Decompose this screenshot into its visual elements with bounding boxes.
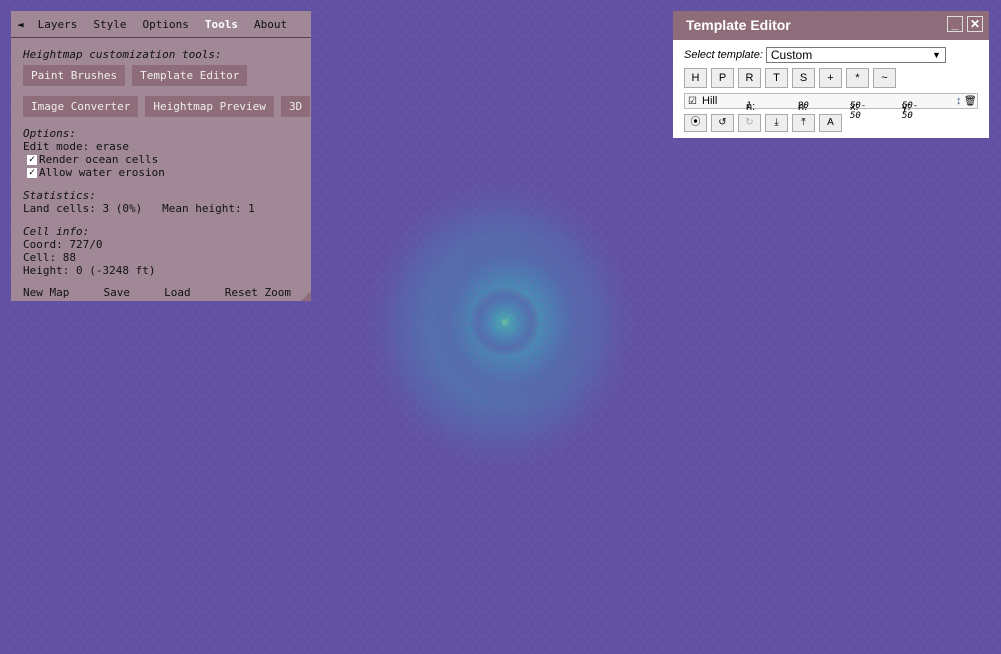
add-multiply-button[interactable]: * xyxy=(846,68,869,88)
config-icon[interactable]: A xyxy=(819,114,842,132)
cell-height: Height: 0 (-3248 ft) xyxy=(23,264,156,277)
dialog-title-bar[interactable]: Template Editor _ ✕ xyxy=(673,11,989,40)
load-button[interactable]: Load xyxy=(164,286,191,299)
run-icon[interactable]: ⦿ xyxy=(684,114,707,132)
template-editor-button[interactable]: Template Editor xyxy=(132,65,248,86)
tab-tools[interactable]: Tools xyxy=(197,18,246,31)
download-icon[interactable]: ⤓ xyxy=(765,114,788,132)
add-strait-button[interactable]: S xyxy=(792,68,815,88)
action-buttons: ⦿ ↺ ↻ ⤓ ⤒ A xyxy=(684,114,978,132)
heightmap-preview-button[interactable]: Heightmap Preview xyxy=(145,96,274,117)
close-button[interactable]: ✕ xyxy=(967,16,983,32)
trash-icon[interactable]: 🗑 xyxy=(964,96,977,107)
panel-footer: New Map Save Load Reset Zoom xyxy=(23,286,291,299)
tab-style[interactable]: Style xyxy=(85,18,134,31)
resize-handle[interactable] xyxy=(301,291,311,301)
tools-heading: Heightmap customization tools: xyxy=(23,48,222,61)
mean-height: Mean height: 1 xyxy=(162,202,255,215)
add-pit-button[interactable]: P xyxy=(711,68,734,88)
undo-icon[interactable]: ↺ xyxy=(711,114,734,132)
add-hill-button[interactable]: H xyxy=(684,68,707,88)
3d-button[interactable]: 3D xyxy=(280,96,311,117)
cell-id: Cell: 88 xyxy=(23,251,76,264)
add-smooth-button[interactable]: ~ xyxy=(873,68,896,88)
checkbox-checked-icon[interactable]: ✓ xyxy=(27,167,37,178)
reset-zoom-button[interactable]: Reset Zoom xyxy=(225,286,291,299)
checkbox-checked-icon[interactable]: ✓ xyxy=(27,154,37,165)
render-ocean-checkbox[interactable]: ✓ Render ocean cells xyxy=(27,153,299,166)
collapse-icon[interactable]: ◄ xyxy=(11,18,30,31)
step-checkbox[interactable]: ☑ xyxy=(688,96,697,107)
dropdown-arrow-icon: ▼ xyxy=(931,50,941,60)
dialog-title: Template Editor xyxy=(686,17,791,33)
tab-layers[interactable]: Layers xyxy=(30,18,86,31)
paint-brushes-button[interactable]: Paint Brushes xyxy=(23,65,126,86)
water-erosion-checkbox[interactable]: ✓ Allow water erosion xyxy=(27,166,299,179)
edit-mode: Edit mode: erase xyxy=(23,140,129,153)
tab-options[interactable]: Options xyxy=(135,18,197,31)
cell-coord: Coord: 727/0 xyxy=(23,238,103,251)
step-name: Hill xyxy=(702,95,718,107)
template-select-value: Custom xyxy=(770,48,813,62)
cell-info-heading: Cell info: xyxy=(23,225,90,238)
tab-about[interactable]: About xyxy=(246,18,295,31)
minimize-button[interactable]: _ xyxy=(947,16,963,32)
options-heading: Options: xyxy=(23,127,76,140)
template-step-row: ☑ Hill n: 1 h: 20 x: 50-50 y: 50-50 ↕ 🗑 xyxy=(684,93,978,121)
land-cells: Land cells: 3 (0%) xyxy=(23,202,143,215)
add-modify-button[interactable]: + xyxy=(819,68,842,88)
save-button[interactable]: Save xyxy=(103,286,130,299)
statistics-heading: Statistics: xyxy=(23,189,96,202)
new-map-button[interactable]: New Map xyxy=(23,286,69,299)
select-template-label: Select template: xyxy=(684,49,763,61)
template-select[interactable]: Custom ▼ xyxy=(765,47,946,63)
options-panel: ◄ Layers Style Options Tools About Heigh… xyxy=(11,11,311,301)
water-erosion-label: Allow water erosion xyxy=(39,166,165,179)
add-trough-button[interactable]: T xyxy=(765,68,788,88)
n-input[interactable]: 1 xyxy=(746,101,751,111)
render-ocean-label: Render ocean cells xyxy=(39,153,159,166)
upload-icon[interactable]: ⤒ xyxy=(792,114,815,132)
image-converter-button[interactable]: Image Converter xyxy=(23,96,139,117)
add-range-button[interactable]: R xyxy=(738,68,761,88)
template-editor-dialog: Template Editor _ ✕ Select template: Cus… xyxy=(673,11,989,138)
redo-icon[interactable]: ↻ xyxy=(738,114,761,132)
tab-bar: ◄ Layers Style Options Tools About xyxy=(11,11,311,38)
h-input[interactable]: 20 xyxy=(798,101,809,111)
drag-handle-icon[interactable]: ↕ xyxy=(956,95,962,107)
x-input[interactable]: 50-50 xyxy=(850,101,866,121)
step-buttons: H P R T S + * ~ xyxy=(684,68,978,88)
y-input[interactable]: 50-50 xyxy=(902,101,918,121)
